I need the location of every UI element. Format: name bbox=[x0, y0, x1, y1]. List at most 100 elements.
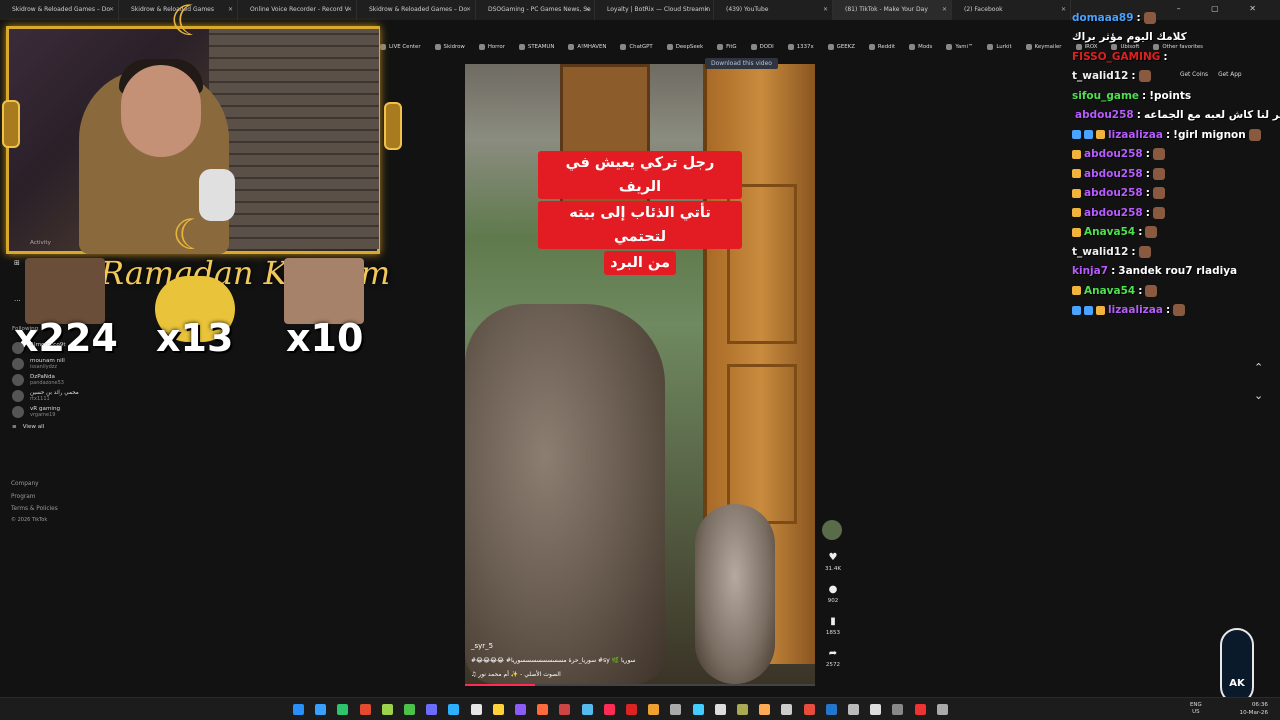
video-progress-bar[interactable] bbox=[465, 684, 815, 686]
taskbar-app-icon[interactable] bbox=[515, 704, 526, 715]
bookmark-item[interactable]: STEAMUN bbox=[518, 40, 554, 54]
bookmark-item[interactable]: ChatGPT bbox=[620, 40, 653, 54]
bookmark-item[interactable]: Skidrow bbox=[434, 40, 465, 54]
taskbar-app-icon[interactable] bbox=[537, 704, 549, 715]
taskbar-app-icon[interactable] bbox=[381, 704, 393, 715]
taskbar-app-icon[interactable] bbox=[448, 704, 460, 715]
bookmark-item[interactable]: LIVE Center bbox=[380, 40, 421, 54]
taskbar-app-icon[interactable] bbox=[781, 704, 793, 715]
close-icon[interactable]: ✕ bbox=[823, 6, 828, 13]
taskbar-app-icon[interactable] bbox=[803, 704, 815, 715]
taskbar-app-icon[interactable] bbox=[692, 704, 704, 715]
close-icon[interactable]: ✕ bbox=[942, 6, 947, 13]
taskbar-app-icon[interactable] bbox=[581, 704, 593, 715]
taskbar-app-icon[interactable] bbox=[848, 704, 859, 715]
chat-username[interactable]: lizaalizaa bbox=[1108, 304, 1163, 316]
bookmark-item[interactable]: Mods bbox=[909, 40, 932, 54]
comment-icon[interactable]: ● bbox=[822, 584, 844, 598]
taskbar-app-icon[interactable] bbox=[337, 704, 349, 715]
taskbar-app-icon[interactable] bbox=[404, 704, 415, 715]
following-item[interactable]: محمي رائد بن حسين rtx1111 bbox=[0, 388, 100, 404]
close-icon[interactable]: ✕ bbox=[228, 6, 233, 13]
chat-username[interactable]: kinja7 bbox=[1072, 265, 1108, 277]
chat-username[interactable]: t_walid12 bbox=[1072, 70, 1128, 82]
bookmark-item[interactable]: GEEKZ bbox=[827, 40, 855, 54]
following-item[interactable]: A|morocco9t bbox=[0, 340, 100, 356]
bookmark-item[interactable]: A!MHAVEN bbox=[568, 40, 606, 54]
chat-username[interactable]: t_walid12 bbox=[1072, 246, 1128, 258]
bookmark-item[interactable]: DeepSeek bbox=[666, 40, 703, 54]
download-video-button[interactable]: Download this video bbox=[705, 58, 778, 69]
close-icon[interactable]: ✕ bbox=[585, 6, 590, 13]
chat-username[interactable]: abdou258 bbox=[1084, 187, 1143, 199]
bookmark-icon[interactable]: ▮ bbox=[822, 616, 844, 630]
taskbar-app-icon[interactable] bbox=[670, 704, 682, 715]
taskbar-app-icon[interactable] bbox=[648, 704, 660, 715]
taskbar-app-icon[interactable] bbox=[359, 704, 371, 715]
add-icon[interactable]: ⊞ bbox=[14, 259, 20, 267]
taskbar-app-icon[interactable] bbox=[737, 704, 748, 715]
taskbar-app-icon[interactable] bbox=[559, 704, 571, 715]
system-clock[interactable]: 06:36 10-Mar-26 bbox=[1240, 701, 1268, 717]
chat-username[interactable]: domaaa89 bbox=[1072, 12, 1134, 24]
chat-username[interactable]: Anava54 bbox=[1084, 285, 1135, 297]
chevron-down-icon[interactable]: ⌄ bbox=[1254, 382, 1263, 410]
heart-icon[interactable]: ♥ bbox=[822, 552, 844, 566]
browser-tab[interactable]: (2) Facebook ✕ bbox=[952, 0, 1071, 20]
more-icon[interactable]: ··· bbox=[14, 297, 21, 305]
chat-username[interactable]: FISSO_GAMING bbox=[1072, 51, 1160, 63]
footer-company-link[interactable]: Company bbox=[11, 478, 58, 491]
taskbar-app-icon[interactable] bbox=[759, 704, 771, 715]
chat-username[interactable]: lizaalizaa bbox=[1108, 129, 1163, 141]
close-icon[interactable]: ✕ bbox=[109, 6, 114, 13]
browser-tab[interactable]: Skidrow & Reloaded Games – Do ✕ bbox=[357, 0, 476, 20]
taskbar-app-icon[interactable] bbox=[936, 704, 948, 715]
browser-tab[interactable]: (81) TikTok - Make Your Day ✕ bbox=[833, 0, 952, 20]
video-sound[interactable]: ♫ الصوت الأصلي - ✨ أم محمد نور bbox=[471, 671, 561, 678]
chat-username[interactable]: sifou_game bbox=[1072, 90, 1139, 102]
language-indicator[interactable]: ENG US bbox=[1190, 702, 1202, 716]
bookmark-item[interactable]: FitG bbox=[717, 40, 737, 54]
footer-terms-link[interactable]: Terms & Policies bbox=[11, 503, 58, 516]
browser-tab[interactable]: Online Voice Recorder - Record V ✕ bbox=[238, 0, 357, 20]
browser-tab[interactable]: DSOGaming - PC Games News, Se ✕ bbox=[476, 0, 595, 20]
close-icon[interactable]: ✕ bbox=[347, 6, 352, 13]
bookmark-item[interactable]: Horror bbox=[478, 40, 505, 54]
taskbar-app-icon[interactable] bbox=[426, 704, 438, 715]
browser-tab[interactable]: (439) YouTube ✕ bbox=[714, 0, 833, 20]
chat-username[interactable]: abdou258 bbox=[1075, 109, 1134, 121]
chat-username[interactable]: abdou258 bbox=[1084, 168, 1143, 180]
bookmark-item[interactable]: Reddit bbox=[868, 40, 895, 54]
following-item[interactable]: DzPaNda pandazone53 bbox=[0, 372, 100, 388]
search-icon[interactable] bbox=[315, 704, 327, 715]
taskbar-app-icon[interactable] bbox=[914, 704, 926, 715]
start-icon[interactable] bbox=[293, 704, 304, 715]
taskbar-app-icon[interactable] bbox=[470, 704, 482, 715]
footer-program-link[interactable]: Program bbox=[11, 491, 58, 504]
taskbar-app-icon[interactable] bbox=[825, 704, 837, 715]
chat-username[interactable]: Anava54 bbox=[1084, 226, 1135, 238]
bookmark-item[interactable]: DODI bbox=[750, 40, 774, 54]
taskbar-app-icon[interactable] bbox=[603, 704, 615, 715]
creator-avatar[interactable] bbox=[822, 520, 842, 540]
taskbar-app-icon[interactable] bbox=[714, 704, 726, 715]
view-all-link[interactable]: ≡ View all bbox=[0, 422, 100, 432]
browser-tab[interactable]: Loyalty | BotRix — Cloud Streamin ✕ bbox=[595, 0, 714, 20]
chevron-up-icon[interactable]: ⌃ bbox=[1254, 354, 1263, 382]
share-icon[interactable]: ➦ bbox=[822, 648, 844, 662]
chat-username[interactable]: abdou258 bbox=[1084, 148, 1143, 160]
bookmark-item[interactable]: 1337x bbox=[787, 40, 814, 54]
bookmark-item[interactable]: Lurkit bbox=[987, 40, 1012, 54]
activity-heading[interactable]: Activity bbox=[30, 240, 51, 246]
close-icon[interactable]: ✕ bbox=[1061, 6, 1066, 13]
close-icon[interactable]: ✕ bbox=[466, 6, 471, 13]
bookmark-item[interactable]: Keymailer bbox=[1025, 40, 1062, 54]
following-item[interactable]: vR gaming vrgame19 bbox=[0, 404, 100, 420]
taskbar-app-icon[interactable] bbox=[892, 704, 904, 715]
close-icon[interactable]: ✕ bbox=[704, 6, 709, 13]
video-player[interactable]: رجل تركي يعيش في الريف تأتي الذئاب إلى ب… bbox=[465, 64, 815, 686]
video-username[interactable]: _syr_5 bbox=[471, 642, 493, 650]
taskbar-app-icon[interactable] bbox=[492, 704, 504, 715]
taskbar-app-icon[interactable] bbox=[626, 704, 637, 715]
chat-username[interactable]: abdou258 bbox=[1084, 207, 1143, 219]
